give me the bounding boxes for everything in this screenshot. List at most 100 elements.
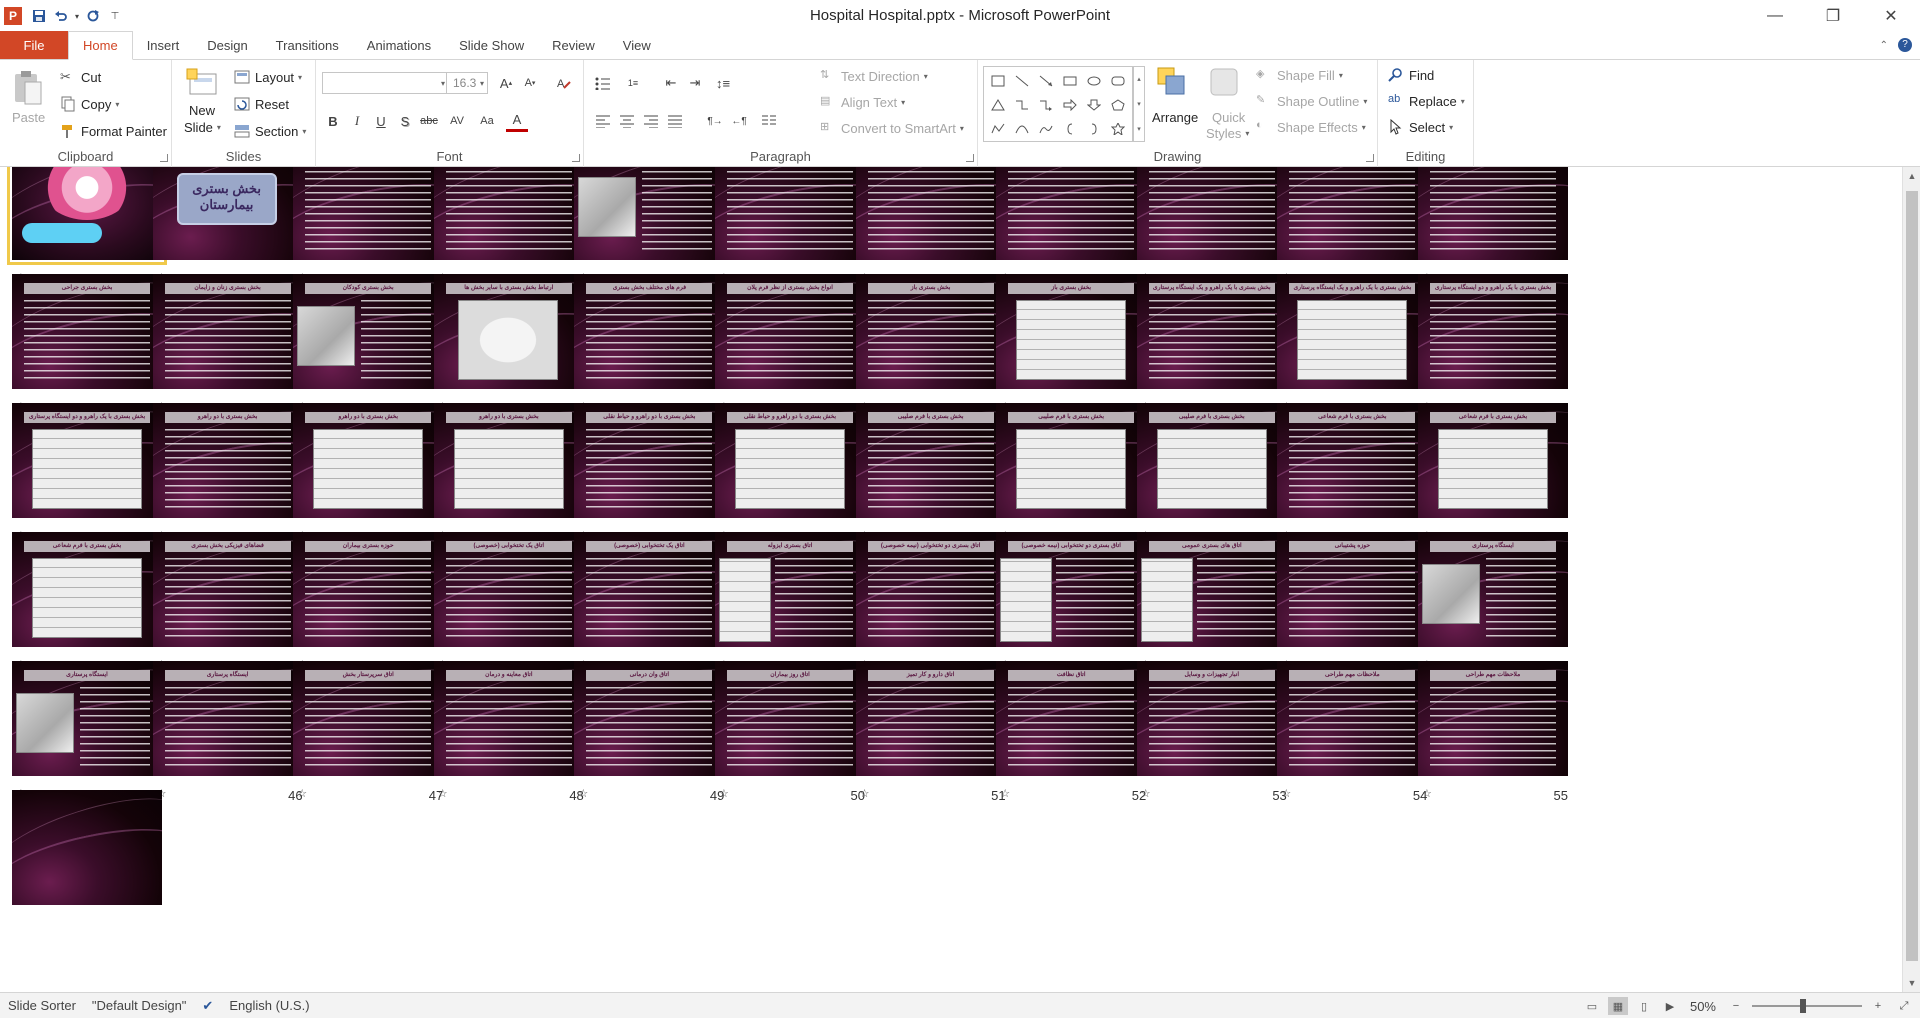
grow-font-icon[interactable]: A ▴ (495, 72, 517, 94)
transition-star-icon[interactable]: ☆ (1000, 787, 1010, 800)
slide-thumbnail[interactable]: اتاق وان درمانی ☆ 49 (574, 661, 725, 803)
rectangle-shape-icon[interactable] (1059, 70, 1081, 92)
increase-indent-icon[interactable]: ⇥ (684, 72, 706, 94)
quick-styles-label-1[interactable]: Quick (1212, 110, 1245, 125)
font-name-dropdown-icon[interactable]: ▾ (441, 79, 445, 88)
justify-icon[interactable] (664, 110, 686, 132)
slide-sorter-pane[interactable]: ☆1بخش بستری بیمارستان☆2فهرست☆3بخش بستری☆… (0, 167, 1902, 992)
slide-thumbnail[interactable]: ☆1 (7, 167, 167, 287)
numbering-icon[interactable]: 1≡ (622, 72, 644, 94)
slide-thumbnail[interactable]: اتاق های بستری عمومی☆42 (1136, 532, 1287, 674)
elbow-connector-icon[interactable] (1011, 94, 1033, 116)
slide-thumbnail[interactable]: بخش بستری با فرم صلیبی☆29 (855, 403, 1006, 545)
slide-thumbnail[interactable]: اتاق بستری دو تختخوابی (نیمه خصوصی)☆40 (855, 532, 1006, 674)
redo-icon[interactable] (82, 5, 104, 27)
slide-thumbnail[interactable]: بخش بستری☆6 (715, 167, 865, 287)
change-case-icon[interactable]: Aa (476, 110, 498, 132)
tab-file[interactable]: File (0, 31, 68, 59)
vertical-scrollbar[interactable]: ▲ ▼ (1902, 167, 1920, 992)
quick-styles-button[interactable]: Styles ▾ (1206, 126, 1249, 141)
left-brace-shape-icon[interactable] (1059, 118, 1081, 140)
font-name-combobox[interactable]: ▾ (322, 72, 450, 94)
down-arrow-shape-icon[interactable] (1083, 94, 1105, 116)
slide-thumbnail[interactable]: بخش بستری کودکان☆14 (293, 274, 444, 416)
arrange-icon[interactable] (1156, 66, 1188, 98)
save-icon[interactable] (28, 5, 50, 27)
transition-star-icon[interactable]: ☆ (438, 787, 448, 800)
align-left-icon[interactable] (592, 110, 614, 132)
layout-button[interactable]: Layout ▾ (234, 69, 302, 85)
slide-thumbnail[interactable]: اتاق نظافت ☆ 52 (996, 661, 1147, 803)
slide-thumbnail[interactable]: بخش بستری داخلی☆11 (1418, 167, 1568, 287)
bold-icon[interactable]: B (322, 110, 344, 132)
decrease-indent-icon[interactable]: ⇤ (660, 72, 682, 94)
slide-thumbnail[interactable]: موقعیت بخش بستری در بیمارستان☆9 (1136, 167, 1287, 287)
new-slide-icon[interactable] (186, 68, 218, 100)
tab-home[interactable]: Home (68, 31, 133, 60)
slide-thumbnail[interactable]: بخش بستری باز☆19 (996, 274, 1147, 416)
quick-styles-icon[interactable] (1208, 66, 1240, 98)
slide-thumbnail[interactable]: فضاهای فیزیکی بخش بستری☆35 (152, 532, 303, 674)
font-size-dropdown-icon[interactable]: ▾ (480, 79, 484, 88)
slide-thumbnail[interactable]: بخش بستری با دو راهرو☆24 (152, 403, 303, 545)
elbow-arrow-icon[interactable] (1035, 94, 1057, 116)
slide-thumbnail[interactable]: حوزه بستری بیماران☆36 (293, 532, 444, 674)
cut-button[interactable]: ✂ Cut (60, 69, 101, 85)
slide-sorter-view-icon[interactable]: ▦ (1607, 997, 1628, 1015)
slide-thumbnail[interactable]: ملاحظات مهم طراحی ☆ 55 (1418, 661, 1568, 803)
slideshow-view-icon[interactable]: ▶ (1660, 997, 1680, 1015)
shrink-font-icon[interactable]: A ▾ (519, 72, 541, 94)
shadow-icon[interactable]: S (394, 110, 416, 132)
star-shape-icon[interactable] (1107, 118, 1129, 140)
shapes-gallery-scroll[interactable]: ▴ ▾ ▾ (1133, 66, 1145, 142)
arrange-button[interactable]: Arrange (1152, 110, 1198, 125)
normal-view-icon[interactable]: ▭ (1582, 997, 1602, 1015)
minimize-button[interactable]: — (1746, 0, 1804, 32)
slide-thumbnail[interactable]: اتاق بستری ایزوله☆39 (715, 532, 865, 674)
tab-view[interactable]: View (609, 31, 665, 59)
language[interactable]: English (U.S.) (221, 998, 317, 1013)
line-shape-icon[interactable] (1011, 70, 1033, 92)
slide-thumbnail[interactable]: ایستگاه پرستاری☆46 (152, 661, 303, 803)
arc-shape-icon[interactable] (1035, 118, 1057, 140)
slide-thumbnail[interactable]: اتاق یک تختخوابی (خصوصی)☆38 (574, 532, 725, 674)
replace-button[interactable]: ab Replace ▾ (1388, 93, 1465, 109)
paste-icon[interactable] (12, 68, 44, 105)
transition-star-icon[interactable]: ☆ (1422, 787, 1432, 800)
proofing-icon[interactable]: ✔ (194, 998, 221, 1014)
columns-icon[interactable] (758, 110, 780, 132)
slide-thumbnail[interactable]: بخش بستری با فرم صلیبی☆31 (1136, 403, 1287, 545)
italic-icon[interactable]: I (346, 110, 368, 132)
shape-fill-button[interactable]: ◈ Shape Fill ▾ (1256, 67, 1343, 83)
slide-thumbnail[interactable] (12, 790, 162, 905)
zoom-level[interactable]: 50% (1690, 999, 1716, 1014)
pentagon-shape-icon[interactable] (1107, 94, 1129, 116)
tab-design[interactable]: Design (193, 31, 261, 59)
zoom-in-icon[interactable]: + (1868, 997, 1888, 1015)
format-painter-button[interactable]: Format Painter (60, 123, 167, 139)
slide-thumbnail[interactable]: اتاق یک تختخوابی (خصوصی)☆37 (433, 532, 584, 674)
customize-qat-icon[interactable]: ⊤ (104, 5, 126, 27)
copy-dropdown-icon[interactable]: ▾ (115, 100, 119, 109)
line-spacing-icon[interactable]: ↕≡ (712, 72, 734, 94)
drawing-launcher-icon[interactable] (1366, 154, 1374, 162)
slide-thumbnail[interactable]: بخش بستری☆7 (855, 167, 1006, 287)
ltr-icon[interactable]: ¶→ (704, 110, 726, 132)
slide-thumbnail[interactable]: بخش بستری با فرم صلیبی☆30 (996, 403, 1147, 545)
transition-star-icon[interactable]: ☆ (297, 787, 307, 800)
slide-thumbnail[interactable]: بخش بستری باز☆18 (855, 274, 1006, 416)
textbox-shape-icon[interactable] (987, 70, 1009, 92)
tab-slide-show[interactable]: Slide Show (445, 31, 538, 59)
bullets-icon[interactable] (592, 72, 614, 94)
undo-icon[interactable] (50, 5, 72, 27)
character-spacing-icon[interactable]: AV (446, 110, 468, 132)
rounded-rect-shape-icon[interactable] (1107, 70, 1129, 92)
transition-star-icon[interactable]: ☆ (860, 787, 870, 800)
right-brace-shape-icon[interactable] (1083, 118, 1105, 140)
freeform-shape-icon[interactable] (987, 118, 1009, 140)
slide-thumbnail[interactable]: انواع بخش های بستری☆10 (1277, 167, 1428, 287)
transition-star-icon[interactable]: ☆ (1141, 787, 1151, 800)
slide-thumbnail[interactable]: بخش بستری با فرم شعاعی☆32 (1277, 403, 1428, 545)
restore-button[interactable]: ❐ (1804, 0, 1862, 32)
zoom-slider-thumb[interactable] (1800, 999, 1806, 1013)
